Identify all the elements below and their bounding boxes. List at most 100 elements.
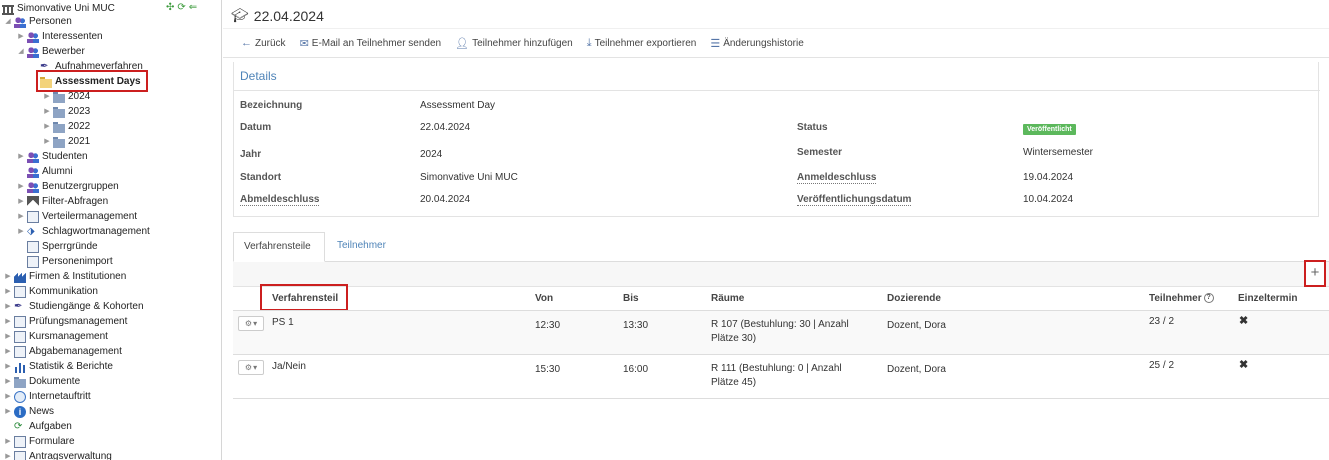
export-participants-button[interactable]: ⤓ Teilnehmer exportieren — [587, 37, 697, 50]
sidebar-item-kursmanagement[interactable]: ▶ Kursmanagement — [4, 329, 108, 344]
status-badge: Veröffentlicht — [1023, 124, 1076, 135]
semester-label: Semester — [797, 147, 843, 158]
row-actions-button[interactable]: ⚙ ▾ — [238, 316, 264, 331]
sidebar-item-label: Kommunikation — [29, 286, 98, 297]
collapsed-arrow-icon[interactable]: ▶ — [4, 434, 12, 449]
sidebar-item-bewerber[interactable]: ◢ Bewerber — [17, 44, 85, 59]
tab-teilnehmer[interactable]: Teilnehmer — [327, 232, 396, 262]
collapsed-arrow-icon[interactable]: ▶ — [4, 344, 12, 359]
arrow-left-icon: ← — [241, 37, 252, 49]
th-teilnehmer[interactable]: Teilnehmer? — [1149, 293, 1214, 304]
expanded-arrow-icon[interactable]: ◢ — [4, 14, 12, 29]
th-von[interactable]: Von — [535, 293, 553, 304]
sidebar-item-internetauftritt[interactable]: ▶ Internetauftritt — [4, 389, 91, 404]
row-actions-button[interactable]: ⚙ ▾ — [238, 360, 264, 375]
expand-all-icon[interactable]: ✣ — [166, 2, 174, 13]
sidebar-item-aufnahmeverfahren[interactable]: ✒ Aufnahmeverfahren — [30, 59, 143, 74]
collapsed-arrow-icon[interactable]: ▶ — [43, 119, 51, 134]
sidebar-item-2022[interactable]: ▶ 2022 — [43, 119, 90, 134]
cell-verfahrensteil: PS 1 — [272, 317, 294, 328]
collapsed-arrow-icon[interactable]: ▶ — [4, 299, 12, 314]
sidebar-item-statistik-berichte[interactable]: ▶ Statistik & Berichte — [4, 359, 113, 374]
collapsed-arrow-icon[interactable]: ▶ — [4, 389, 12, 404]
collapse-icon[interactable]: ⇐ — [189, 2, 197, 13]
collapsed-arrow-icon[interactable]: ▶ — [4, 404, 12, 419]
sidebar-item-label: Kursmanagement — [29, 331, 108, 342]
sidebar-item-assessment-days[interactable]: Assessment Days — [30, 74, 141, 89]
sidebar-item-label: 2021 — [68, 136, 91, 147]
sidebar-item-label: Statistik & Berichte — [29, 361, 113, 372]
collapsed-arrow-icon[interactable]: ▶ — [17, 209, 25, 224]
collapsed-arrow-icon[interactable]: ▶ — [17, 224, 25, 239]
main-content: 🎓︎ 22.04.2024 ← Zurück ✉ E-Mail an Teiln… — [223, 0, 1329, 460]
people-icon — [27, 30, 39, 43]
collapsed-arrow-icon[interactable]: ▶ — [17, 179, 25, 194]
sidebar-item-abgabemanagement[interactable]: ▶ Abgabemanagement — [4, 344, 122, 359]
add-participant-button[interactable]: 👤︎ Teilnehmer hinzufügen — [455, 37, 573, 50]
sidebar-item-filter-abfragen[interactable]: ▶ Filter-Abfragen — [17, 194, 108, 209]
sidebar-item-label: Internetauftritt — [29, 391, 91, 402]
collapsed-arrow-icon[interactable]: ▶ — [4, 329, 12, 344]
sidebar-item-2021[interactable]: ▶ 2021 — [43, 134, 90, 149]
sidebar-item-2023[interactable]: ▶ 2023 — [43, 104, 90, 119]
sidebar-item-2024[interactable]: ▶ 2024 — [43, 89, 90, 104]
sidebar-item-studenten[interactable]: ▶ Studenten — [17, 149, 88, 164]
th-verfahrensteil[interactable]: Verfahrensteil — [272, 293, 338, 304]
th-einzeltermin[interactable]: Einzeltermin — [1238, 293, 1297, 304]
sidebar-item-kommunikation[interactable]: ▶ Kommunikation — [4, 284, 98, 299]
sidebar-item-dokumente[interactable]: ▶ Dokumente — [4, 374, 80, 389]
expanded-arrow-icon[interactable]: ◢ — [17, 44, 25, 59]
sidebar-item-sperrgründe[interactable]: Sperrgründe — [17, 239, 98, 254]
sidebar-item-firmen-institutionen[interactable]: ▶ Firmen & Institutionen — [4, 269, 126, 284]
help-icon[interactable]: ? — [1203, 293, 1214, 304]
sidebar-item-verteilermanagement[interactable]: ▶ Verteilermanagement — [17, 209, 137, 224]
collapsed-arrow-icon[interactable]: ▶ — [4, 449, 12, 460]
folder-icon — [53, 105, 65, 118]
cell-von: 12:30 — [535, 320, 561, 331]
collapsed-arrow-icon[interactable]: ▶ — [43, 134, 51, 149]
email-participants-button[interactable]: ✉ E-Mail an Teilnehmer senden — [300, 37, 442, 50]
sidebar-item-personen[interactable]: ◢ Personen — [4, 14, 72, 29]
people-icon — [27, 180, 39, 193]
th-raeume[interactable]: Räume — [711, 293, 744, 304]
sidebar-item-news[interactable]: ▶ i News — [4, 404, 54, 419]
collapsed-arrow-icon[interactable]: ▶ — [43, 89, 51, 104]
collapsed-arrow-icon[interactable]: ▶ — [17, 29, 25, 44]
collapsed-arrow-icon[interactable]: ▶ — [4, 314, 12, 329]
back-button[interactable]: ← Zurück — [241, 37, 286, 49]
sidebar-item-aufgaben[interactable]: ⟳ Aufgaben — [4, 419, 72, 434]
cell-von: 15:30 — [535, 364, 561, 375]
refresh-icon[interactable]: ⟳ — [177, 2, 185, 13]
sidebar-item-studiengänge-kohorten[interactable]: ▶ ✒ Studiengänge & Kohorten — [4, 299, 143, 314]
people-icon — [14, 15, 26, 28]
collapsed-arrow-icon[interactable]: ▶ — [4, 374, 12, 389]
collapsed-arrow-icon[interactable]: ▶ — [43, 104, 51, 119]
th-bis[interactable]: Bis — [623, 293, 639, 304]
collapsed-arrow-icon[interactable]: ▶ — [17, 149, 25, 164]
collapsed-arrow-icon[interactable]: ▶ — [4, 284, 12, 299]
change-history-button[interactable]: ☰ Änderungshistorie — [710, 37, 803, 50]
cell-bis: 13:30 — [623, 320, 649, 331]
envelope-icon: ✉ — [299, 37, 309, 50]
sidebar-item-antragsverwaltung[interactable]: ▶ Antragsverwaltung — [4, 449, 112, 460]
sidebar-item-prüfungsmanagement[interactable]: ▶ Prüfungsmanagement — [4, 314, 127, 329]
tab-verfahrensteile[interactable]: Verfahrensteile — [233, 232, 325, 262]
graduation-cap-icon: 🎓︎ — [231, 7, 249, 23]
collapsed-arrow-icon[interactable]: ▶ — [17, 194, 25, 209]
sidebar-item-formulare[interactable]: ▶ Formulare — [4, 434, 75, 449]
sidebar-item-label: 2024 — [68, 91, 91, 102]
cell-bis: 16:00 — [623, 364, 649, 375]
x-icon: ✖ — [1239, 315, 1249, 327]
table-row[interactable]: ⚙ ▾ PS 1 12:30 13:30 R 107 (Bestuhlung: 3… — [233, 311, 1329, 355]
add-verfahrensteil-button[interactable]: + — [1304, 260, 1326, 287]
collapsed-arrow-icon[interactable]: ▶ — [4, 269, 12, 284]
sidebar-item-label: Interessenten — [42, 31, 103, 42]
sidebar-item-alumni[interactable]: Alumni — [17, 164, 73, 179]
sidebar-item-personenimport[interactable]: Personenimport — [17, 254, 113, 269]
th-dozierende[interactable]: Dozierende — [887, 293, 941, 304]
sidebar-item-schlagwortmanagement[interactable]: ▶ ⬗ Schlagwortmanagement — [17, 224, 150, 239]
sidebar-item-interessenten[interactable]: ▶ Interessenten — [17, 29, 103, 44]
sidebar-item-benutzergruppen[interactable]: ▶ Benutzergruppen — [17, 179, 119, 194]
table-row[interactable]: ⚙ ▾ Ja/Nein 15:30 16:00 R 111 (Bestuhlung… — [233, 355, 1329, 399]
collapsed-arrow-icon[interactable]: ▶ — [4, 359, 12, 374]
